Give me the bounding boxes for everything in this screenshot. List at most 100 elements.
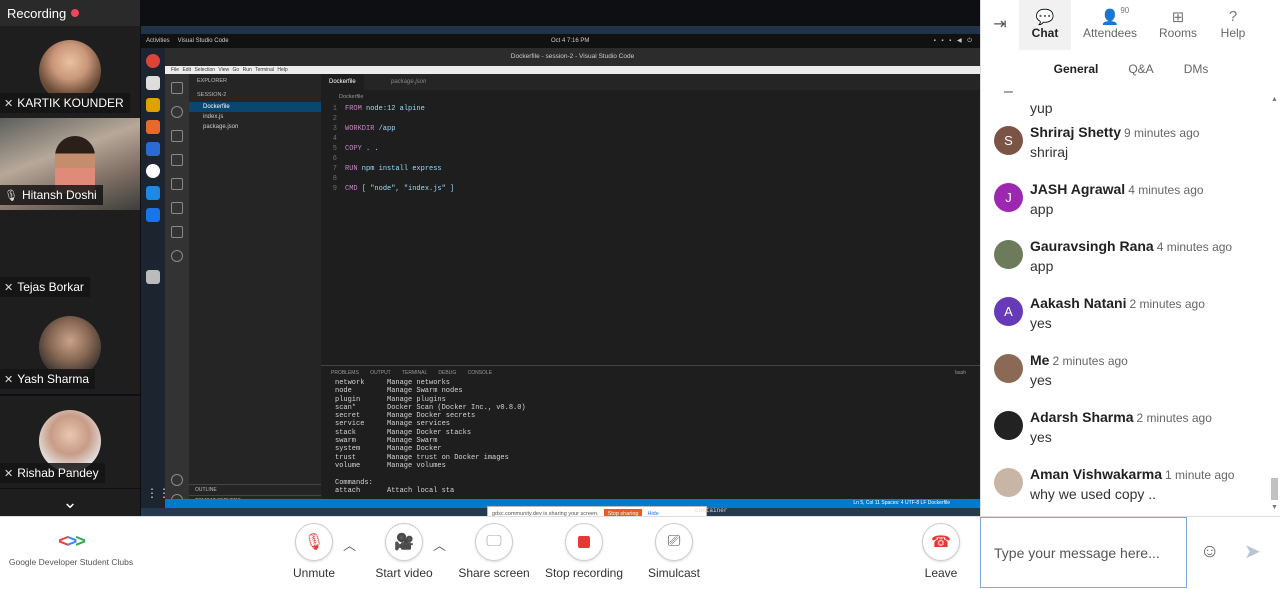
terminal-description: Manage volumes <box>387 461 446 470</box>
recording-indicator: Recording <box>0 0 140 26</box>
terminal-command: node <box>335 387 352 396</box>
terminal-lines: network Manage networks node Manage Swarm n… <box>335 379 980 495</box>
app-grid-icon: ⋮⋮ <box>146 486 170 500</box>
chevron-up-icon[interactable]: ︿ <box>433 535 446 554</box>
chat-message-input[interactable]: Type your message here... <box>980 517 1187 588</box>
terminal-description: Manage Docker stacks <box>387 428 472 437</box>
scroll-down-icon[interactable]: ▼ <box>1271 504 1278 511</box>
tab-label: Attendees <box>1082 26 1138 40</box>
chevron-up-icon[interactable]: ︿ <box>343 535 356 554</box>
chat-message: J JASH Agrawal 4 minutes ago app <box>994 179 1264 229</box>
emoji-icon[interactable]: ☺ <box>1200 541 1219 563</box>
code-rest: node:12 alpine <box>361 105 425 113</box>
subtab-general[interactable]: General <box>1054 62 1099 84</box>
participant-tile[interactable]: ✕ Yash Sharma <box>0 302 140 394</box>
terminal-description: Manage services <box>387 420 451 429</box>
subtab-dms[interactable]: DMs <box>1184 62 1209 84</box>
terminal-command: secret <box>335 412 361 421</box>
unmute-button[interactable]: 🎙 Unmute <box>274 523 354 580</box>
message-text: shriraj <box>1030 144 1069 160</box>
explorer-header: EXPLORER <box>197 78 227 84</box>
scroll-up-icon[interactable]: ▲ <box>1271 96 1278 103</box>
terminal-line: network Manage networks <box>335 379 980 387</box>
line-number: 8 <box>332 175 337 183</box>
file-item: package.json <box>203 124 239 130</box>
start-video-label: Start video <box>375 566 433 580</box>
leave-button[interactable]: ☎ Leave <box>901 523 981 580</box>
terminal-shell: bash <box>955 370 966 376</box>
participant-name-tag: 🎙 Hitansh Doshi <box>0 185 103 205</box>
control-bar: <>> Google Developer Student Clubs 🎙 Unm… <box>0 516 1280 589</box>
message-text: yup <box>1030 100 1053 116</box>
mic-on-icon: 🎙 <box>4 189 18 202</box>
message-text: why we used copy .. <box>1030 486 1157 502</box>
avatar <box>994 468 1023 497</box>
send-icon[interactable]: ➤ <box>1244 539 1261 564</box>
tab-chat[interactable]: 💬 Chat <box>1019 0 1071 50</box>
terminal-line: stack Manage Docker stacks <box>335 429 980 437</box>
author-name: Gauravsingh Rana <box>1030 238 1154 254</box>
participant-tile[interactable]: ✕ Tejas Borkar <box>0 210 140 302</box>
side-panel: ⇥ 💬 Chat 👤 90 Attendees ⊞ Rooms ? Help Genera… <box>980 0 1280 516</box>
extensions-icon <box>171 178 183 190</box>
activity-bar <box>165 74 189 508</box>
phone-hangup-icon: ☎ <box>922 523 960 561</box>
stop-recording-button[interactable]: Stop recording <box>544 523 624 580</box>
code-rest: . . <box>361 145 379 153</box>
chat-input-placeholder: Type your message here... <box>994 545 1160 561</box>
message-time: 2 minutes ago <box>1136 411 1212 425</box>
chat-bubble-icon: 💬 <box>1035 9 1055 26</box>
participant-tile[interactable]: ✕ KARTIK KOUNDER <box>0 26 140 118</box>
mic-muted-icon: ✕ <box>4 97 14 110</box>
terminal-line: service Manage services <box>335 420 980 428</box>
message-author: Gauravsingh Rana 4 minutes ago <box>1030 238 1232 254</box>
editor-tab: Dockerfile <box>321 74 364 90</box>
tab-rooms[interactable]: ⊞ Rooms <box>1149 0 1207 50</box>
line-number: 1 <box>332 105 337 113</box>
status-text: Ln 5, Col 11 Spaces: 4 UTF-8 LF Dockerfi… <box>853 500 950 506</box>
vscode-window: Dockerfile - session-2 - Visual Studio C… <box>165 48 980 522</box>
code-line: 7 RUN npm install express <box>321 164 980 174</box>
tab-attendees[interactable]: 👤 90 Attendees <box>1071 0 1149 50</box>
chevron-down-icon[interactable]: ⌄ <box>0 489 140 516</box>
start-video-button[interactable]: 🎥 Start video <box>364 523 444 580</box>
author-name: JASH Agrawal <box>1030 181 1126 197</box>
window-title: Dockerfile - session-2 - Visual Studio C… <box>165 48 980 66</box>
terminal-description: Manage Swarm nodes <box>387 387 463 396</box>
chat-scrollbar[interactable]: ▲ ▼ <box>1268 96 1280 516</box>
explorer-icon <box>171 82 183 94</box>
participant-tile[interactable]: 🎙 Hitansh Doshi <box>0 118 140 210</box>
subtab-qa[interactable]: Q&A <box>1128 62 1153 84</box>
tab-help[interactable]: ? Help <box>1207 0 1259 50</box>
code-line: 4 <box>321 134 980 144</box>
terminal-line: node Manage Swarm nodes <box>335 387 980 395</box>
code-line: 6 <box>321 154 980 164</box>
terminal-command: service <box>335 420 365 429</box>
os-dock: ⋮⋮ <box>141 48 170 508</box>
author-name: Aman Vishwakarma <box>1030 466 1163 482</box>
terminal-description: Manage plugins <box>387 395 446 404</box>
line-number: 9 <box>332 185 337 193</box>
terminal-tail-text: container <box>695 507 728 514</box>
search-icon <box>171 106 183 118</box>
message-text: yes <box>1030 372 1052 388</box>
simulcast-button[interactable]: ⎚ Simulcast <box>634 523 714 580</box>
tab-label: Help <box>1220 26 1246 40</box>
terminal-command: network <box>335 379 365 387</box>
message-author: Adarsh Sharma 2 minutes ago <box>1030 409 1212 425</box>
chat-message: Gauravsingh Rana 4 minutes ago app <box>994 236 1264 286</box>
share-screen-button[interactable]: 🖵 Share screen <box>454 523 534 580</box>
participant-name: Rishab Pandey <box>17 466 99 480</box>
terminal-command <box>335 470 387 478</box>
scrollbar-thumb[interactable] <box>1271 478 1278 500</box>
code-rest: /app <box>374 125 396 133</box>
line-number: 5 <box>332 145 337 153</box>
source-control-icon <box>171 130 183 142</box>
outline-section: OUTLINE <box>189 484 321 495</box>
message-time: 1 minute ago <box>1165 468 1235 482</box>
terminal-line: plugin Manage plugins <box>335 396 980 404</box>
participant-tile[interactable]: ✕ Rishab Pandey <box>0 396 140 488</box>
os-top-bar: Activities Visual Studio Code Oct 4 7:16… <box>141 34 980 48</box>
collapse-panel-icon[interactable]: ⇥ <box>981 0 1019 50</box>
terminal-line: scan* Docker Scan (Docker Inc., v0.8.0) <box>335 404 980 412</box>
